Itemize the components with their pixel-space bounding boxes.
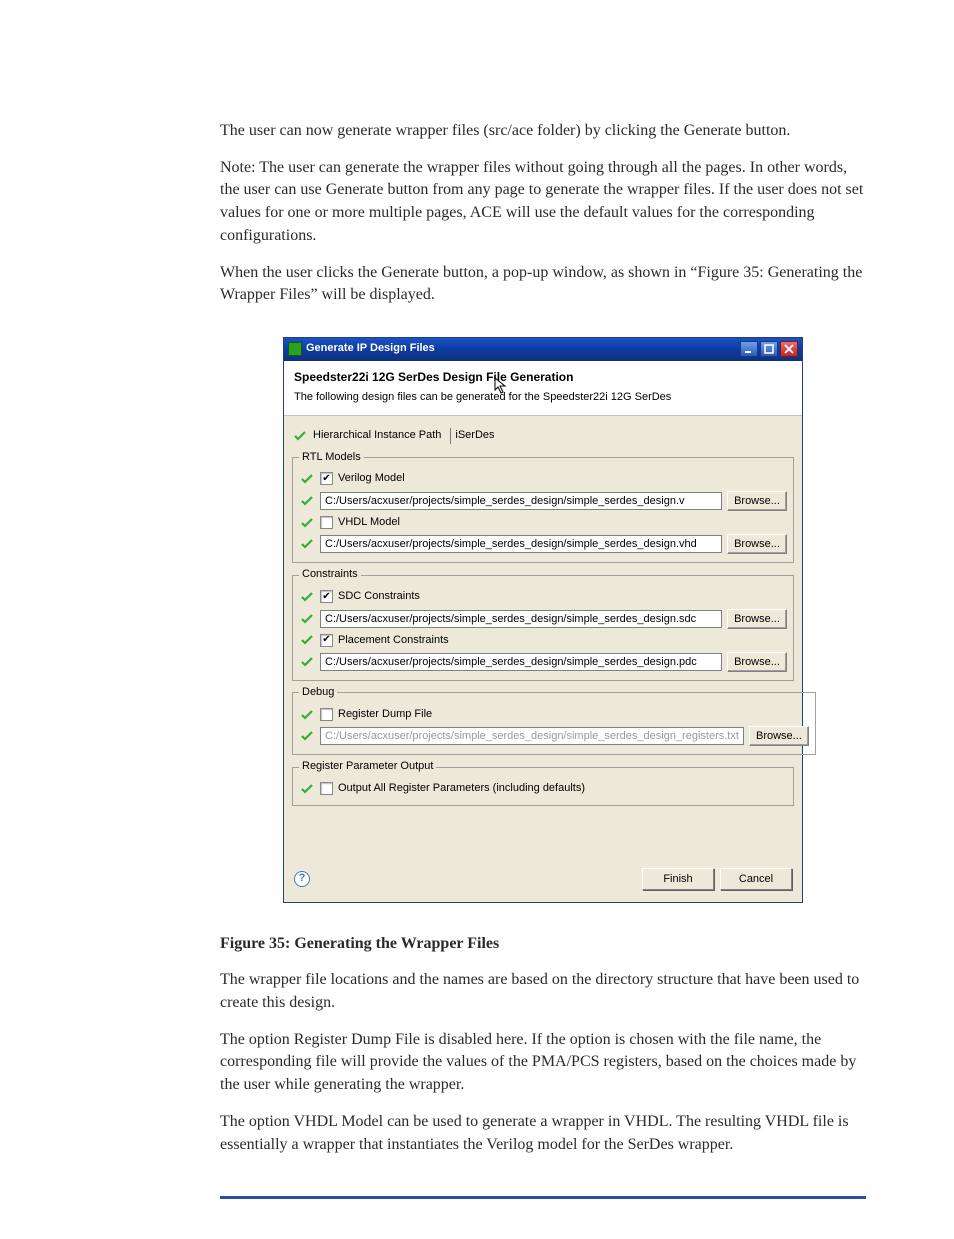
debug-legend: Debug — [299, 685, 337, 701]
checkmark-icon — [299, 729, 315, 743]
hierarchical-path-row: Hierarchical Instance Path iSerDes — [292, 426, 794, 446]
dialog-window: Generate IP Design Files Speedster22i 12… — [283, 337, 803, 903]
body-paragraph: The option VHDL Model can be used to gen… — [220, 1111, 866, 1156]
checkmark-icon — [299, 708, 315, 722]
browse-button[interactable]: Browse... — [727, 609, 787, 629]
body-paragraph: Note: The user can generate the wrapper … — [220, 157, 866, 248]
footer-rule — [220, 1196, 866, 1199]
vhdl-path-input[interactable]: C:/Users/acxuser/projects/simple_serdes_… — [320, 535, 722, 553]
rtl-legend: RTL Models — [299, 450, 364, 466]
debug-group: Debug Register Dump File C:/Users/acxuse… — [292, 685, 816, 755]
hpath-value[interactable]: iSerDes — [450, 428, 498, 444]
browse-button[interactable]: Browse... — [727, 534, 787, 554]
maximize-button[interactable] — [760, 341, 778, 357]
register-output-group: Register Parameter Output Output All Reg… — [292, 759, 794, 805]
sdc-path-input[interactable]: C:/Users/acxuser/projects/simple_serdes_… — [320, 610, 722, 628]
verilog-path-input[interactable]: C:/Users/acxuser/projects/simple_serdes_… — [320, 492, 722, 510]
placement-checkbox[interactable] — [320, 634, 333, 647]
figure-caption: Figure 35: Generating the Wrapper Files — [220, 933, 866, 956]
browse-button[interactable]: Browse... — [727, 491, 787, 511]
register-output-legend: Register Parameter Output — [299, 759, 436, 775]
minimize-button[interactable] — [740, 341, 758, 357]
verilog-checkbox[interactable] — [320, 472, 333, 485]
dialog-heading: Speedster22i 12G SerDes Design File Gene… — [294, 369, 792, 386]
placement-label: Placement Constraints — [338, 633, 449, 649]
help-icon[interactable]: ? — [294, 871, 310, 887]
checkmark-icon — [299, 612, 315, 626]
hpath-label: Hierarchical Instance Path — [313, 428, 441, 444]
checkmark-icon — [299, 782, 315, 796]
verilog-label: Verilog Model — [338, 471, 405, 487]
checkmark-icon — [299, 516, 315, 530]
body-paragraph: The option Register Dump File is disable… — [220, 1029, 866, 1097]
dialog-subheading: The following design files can be genera… — [294, 390, 792, 405]
checkmark-icon — [299, 494, 315, 508]
figure: Generate IP Design Files Speedster22i 12… — [220, 337, 866, 903]
checkmark-icon — [299, 655, 315, 669]
placement-path-input[interactable]: C:/Users/acxuser/projects/simple_serdes_… — [320, 653, 722, 671]
checkmark-icon — [299, 633, 315, 647]
sdc-label: SDC Constraints — [338, 589, 420, 605]
window-title: Generate IP Design Files — [306, 341, 738, 357]
dump-checkbox[interactable] — [320, 708, 333, 721]
titlebar[interactable]: Generate IP Design Files — [284, 338, 802, 361]
checkmark-icon — [299, 590, 315, 604]
checkmark-icon — [299, 537, 315, 551]
browse-button[interactable]: Browse... — [749, 726, 809, 746]
output-all-checkbox[interactable] — [320, 782, 333, 795]
browse-button[interactable]: Browse... — [727, 652, 787, 672]
body-paragraph: The user can now generate wrapper files … — [220, 120, 866, 143]
dialog-footer: ? Finish Cancel — [284, 858, 802, 902]
cancel-button[interactable]: Cancel — [720, 868, 792, 890]
sdc-checkbox[interactable] — [320, 590, 333, 603]
app-icon — [288, 342, 302, 356]
checkmark-icon — [299, 472, 315, 486]
dialog-header: Speedster22i 12G SerDes Design File Gene… — [284, 361, 802, 416]
dump-path-input: C:/Users/acxuser/projects/simple_serdes_… — [320, 727, 744, 745]
output-all-label: Output All Register Parameters (includin… — [338, 781, 585, 797]
checkmark-icon — [292, 429, 308, 443]
finish-button[interactable]: Finish — [642, 868, 714, 890]
vhdl-checkbox[interactable] — [320, 516, 333, 529]
rtl-models-group: RTL Models Verilog Model C:/Users/acxuse… — [292, 450, 794, 564]
vhdl-label: VHDL Model — [338, 515, 400, 531]
constraints-legend: Constraints — [299, 567, 361, 583]
dump-label: Register Dump File — [338, 707, 432, 723]
body-paragraph: When the user clicks the Generate button… — [220, 262, 866, 307]
close-button[interactable] — [780, 341, 798, 357]
body-paragraph: The wrapper file locations and the names… — [220, 969, 866, 1014]
constraints-group: Constraints SDC Constraints C:/Users/acx… — [292, 567, 794, 681]
